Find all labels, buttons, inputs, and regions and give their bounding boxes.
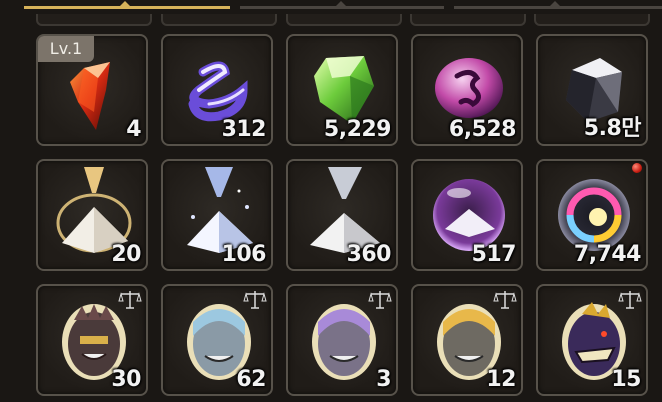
- item-count: 15: [611, 367, 641, 392]
- inventory-slot-blonde-mask-egg[interactable]: 12: [411, 284, 523, 396]
- previous-row-partial: [0, 14, 662, 26]
- inventory-slot-golden-sand-powder[interactable]: 20: [36, 159, 148, 271]
- inventory-slot-purple-swirl-essence[interactable]: 312: [161, 34, 273, 146]
- inventory-slot-beast-mask-egg[interactable]: 15: [536, 284, 648, 396]
- item-count: 20: [111, 242, 141, 267]
- inventory-slot-rainbow-orb[interactable]: 7,744: [536, 159, 648, 271]
- item-count: 4: [126, 117, 141, 142]
- inventory-slot-blue-sand-powder[interactable]: 106: [161, 159, 273, 271]
- inventory-tabs: [0, 0, 662, 14]
- inventory-slot-blue-hair-mask-egg[interactable]: 62: [161, 284, 273, 396]
- item-count: 312: [221, 117, 267, 142]
- inventory-slot-dark-mask-egg[interactable]: 30: [36, 284, 148, 396]
- tab-1[interactable]: [24, 1, 230, 9]
- inventory-slot-green-crystal[interactable]: 5,229: [286, 34, 398, 146]
- item-count: 5.8만: [583, 116, 642, 141]
- item-count: 62: [236, 367, 266, 392]
- item-count: 12: [486, 367, 516, 392]
- item-count: 5,229: [323, 117, 392, 142]
- item-count: 360: [346, 242, 392, 267]
- inventory-slot-pink-rune-stone[interactable]: 6,528: [411, 34, 523, 146]
- inventory-slot-white-sand-powder[interactable]: 360: [286, 159, 398, 271]
- tab-2[interactable]: [240, 1, 444, 9]
- item-count: 7,744: [573, 242, 642, 267]
- inventory-slot-purple-hair-mask-egg[interactable]: 3: [286, 284, 398, 396]
- item-count: 6,528: [448, 117, 517, 142]
- tab-3[interactable]: [454, 1, 662, 9]
- inventory-slot-dark-ore[interactable]: 5.8만: [536, 34, 648, 146]
- item-count: 517: [471, 242, 517, 267]
- inventory-slot-powder-orb[interactable]: 517: [411, 159, 523, 271]
- inventory-slot-red-crystal-shard[interactable]: Lv.1 4: [36, 34, 148, 146]
- item-count: 106: [221, 242, 267, 267]
- item-count: 30: [111, 367, 141, 392]
- item-count: 3: [376, 367, 391, 392]
